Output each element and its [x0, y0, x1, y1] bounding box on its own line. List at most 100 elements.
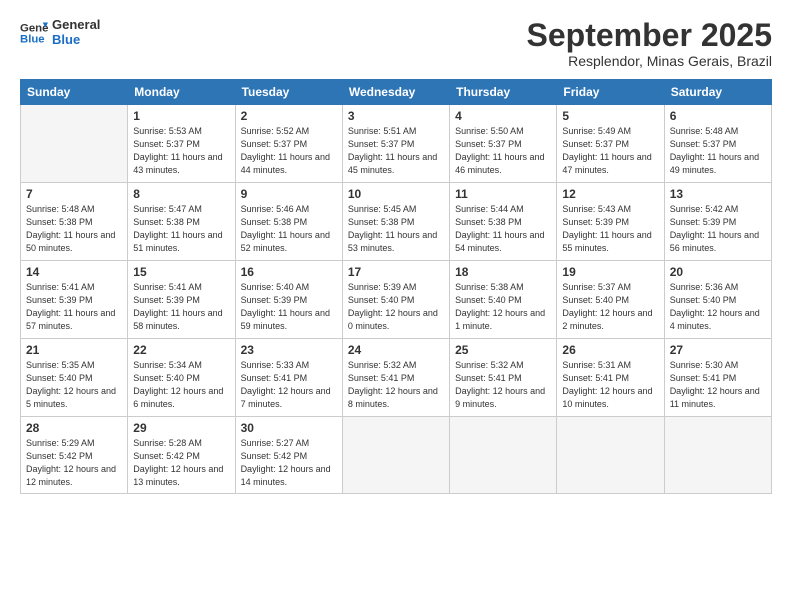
calendar-cell: 11 Sunrise: 5:44 AMSunset: 5:38 PMDayligh… — [450, 183, 557, 261]
day-info: Sunrise: 5:41 AMSunset: 5:39 PMDaylight:… — [26, 281, 122, 333]
day-number: 18 — [455, 265, 551, 279]
month-title: September 2025 — [527, 18, 772, 53]
calendar-cell: 5 Sunrise: 5:49 AMSunset: 5:37 PMDaylight… — [557, 105, 664, 183]
day-info: Sunrise: 5:35 AMSunset: 5:40 PMDaylight:… — [26, 359, 122, 411]
calendar-cell: 26Sunrise: 5:31 AMSunset: 5:41 PMDayligh… — [557, 339, 664, 417]
day-info: Sunrise: 5:48 AMSunset: 5:37 PMDaylight:… — [670, 125, 766, 177]
day-info: Sunrise: 5:50 AMSunset: 5:37 PMDaylight:… — [455, 125, 551, 177]
day-number: 10 — [348, 187, 444, 201]
day-number: 23 — [241, 343, 337, 357]
day-number: 13 — [670, 187, 766, 201]
day-info: Sunrise: 5:43 AMSunset: 5:39 PMDaylight:… — [562, 203, 658, 255]
day-info: Sunrise: 5:48 AMSunset: 5:38 PMDaylight:… — [26, 203, 122, 255]
day-number: 12 — [562, 187, 658, 201]
week-row-3: 14 Sunrise: 5:41 AMSunset: 5:39 PMDayligh… — [21, 261, 772, 339]
calendar-cell — [557, 417, 664, 494]
week-row-5: 28Sunrise: 5:29 AMSunset: 5:42 PMDayligh… — [21, 417, 772, 494]
calendar: SundayMondayTuesdayWednesdayThursdayFrid… — [20, 79, 772, 494]
day-info: Sunrise: 5:34 AMSunset: 5:40 PMDaylight:… — [133, 359, 229, 411]
day-number: 1 — [133, 109, 229, 123]
day-info: Sunrise: 5:30 AMSunset: 5:41 PMDaylight:… — [670, 359, 766, 411]
day-info: Sunrise: 5:42 AMSunset: 5:39 PMDaylight:… — [670, 203, 766, 255]
day-info: Sunrise: 5:49 AMSunset: 5:37 PMDaylight:… — [562, 125, 658, 177]
day-number: 20 — [670, 265, 766, 279]
logo-blue: Blue — [52, 33, 100, 48]
calendar-cell: 22Sunrise: 5:34 AMSunset: 5:40 PMDayligh… — [128, 339, 235, 417]
page: General Blue General Blue September 2025… — [0, 0, 792, 612]
week-row-4: 21 Sunrise: 5:35 AMSunset: 5:40 PMDayligh… — [21, 339, 772, 417]
calendar-cell: 30 Sunrise: 5:27 AMSunset: 5:42 PMDayligh… — [235, 417, 342, 494]
day-info: Sunrise: 5:32 AMSunset: 5:41 PMDaylight:… — [455, 359, 551, 411]
calendar-cell: 15 Sunrise: 5:41 AMSunset: 5:39 PMDayligh… — [128, 261, 235, 339]
day-number: 5 — [562, 109, 658, 123]
day-info: Sunrise: 5:53 AMSunset: 5:37 PMDaylight:… — [133, 125, 229, 177]
calendar-cell: 28Sunrise: 5:29 AMSunset: 5:42 PMDayligh… — [21, 417, 128, 494]
calendar-cell: 3Sunrise: 5:51 AMSunset: 5:37 PMDaylight… — [342, 105, 449, 183]
day-info: Sunrise: 5:33 AMSunset: 5:41 PMDaylight:… — [241, 359, 337, 411]
logo-general: General — [52, 18, 100, 33]
calendar-cell: 7 Sunrise: 5:48 AMSunset: 5:38 PMDaylight… — [21, 183, 128, 261]
day-info: Sunrise: 5:27 AMSunset: 5:42 PMDaylight:… — [241, 437, 337, 489]
calendar-cell: 4Sunrise: 5:50 AMSunset: 5:37 PMDaylight… — [450, 105, 557, 183]
day-number: 9 — [241, 187, 337, 201]
day-info: Sunrise: 5:45 AMSunset: 5:38 PMDaylight:… — [348, 203, 444, 255]
day-number: 2 — [241, 109, 337, 123]
day-info: Sunrise: 5:40 AMSunset: 5:39 PMDaylight:… — [241, 281, 337, 333]
calendar-cell — [450, 417, 557, 494]
header: General Blue General Blue September 2025… — [20, 18, 772, 69]
day-number: 27 — [670, 343, 766, 357]
calendar-cell: 16 Sunrise: 5:40 AMSunset: 5:39 PMDayligh… — [235, 261, 342, 339]
logo: General Blue General Blue — [20, 18, 100, 48]
calendar-cell: 21 Sunrise: 5:35 AMSunset: 5:40 PMDayligh… — [21, 339, 128, 417]
calendar-cell — [664, 417, 771, 494]
day-info: Sunrise: 5:41 AMSunset: 5:39 PMDaylight:… — [133, 281, 229, 333]
day-info: Sunrise: 5:46 AMSunset: 5:38 PMDaylight:… — [241, 203, 337, 255]
day-info: Sunrise: 5:31 AMSunset: 5:41 PMDaylight:… — [562, 359, 658, 411]
day-number: 19 — [562, 265, 658, 279]
location: Resplendor, Minas Gerais, Brazil — [527, 53, 772, 69]
calendar-cell: 14 Sunrise: 5:41 AMSunset: 5:39 PMDayligh… — [21, 261, 128, 339]
title-block: September 2025 Resplendor, Minas Gerais,… — [527, 18, 772, 69]
calendar-cell — [342, 417, 449, 494]
calendar-cell: 8 Sunrise: 5:47 AMSunset: 5:38 PMDaylight… — [128, 183, 235, 261]
weekday-thursday: Thursday — [450, 80, 557, 105]
day-number: 28 — [26, 421, 122, 435]
calendar-cell — [21, 105, 128, 183]
calendar-cell: 27 Sunrise: 5:30 AMSunset: 5:41 PMDayligh… — [664, 339, 771, 417]
day-number: 6 — [670, 109, 766, 123]
weekday-wednesday: Wednesday — [342, 80, 449, 105]
calendar-cell: 29 Sunrise: 5:28 AMSunset: 5:42 PMDayligh… — [128, 417, 235, 494]
calendar-cell: 20 Sunrise: 5:36 AMSunset: 5:40 PMDayligh… — [664, 261, 771, 339]
day-info: Sunrise: 5:28 AMSunset: 5:42 PMDaylight:… — [133, 437, 229, 489]
day-number: 16 — [241, 265, 337, 279]
day-number: 7 — [26, 187, 122, 201]
day-number: 14 — [26, 265, 122, 279]
weekday-header-row: SundayMondayTuesdayWednesdayThursdayFrid… — [21, 80, 772, 105]
calendar-cell: 25Sunrise: 5:32 AMSunset: 5:41 PMDayligh… — [450, 339, 557, 417]
day-info: Sunrise: 5:44 AMSunset: 5:38 PMDaylight:… — [455, 203, 551, 255]
calendar-cell: 23 Sunrise: 5:33 AMSunset: 5:41 PMDayligh… — [235, 339, 342, 417]
day-number: 21 — [26, 343, 122, 357]
calendar-cell: 24 Sunrise: 5:32 AMSunset: 5:41 PMDayligh… — [342, 339, 449, 417]
day-number: 29 — [133, 421, 229, 435]
calendar-cell: 6 Sunrise: 5:48 AMSunset: 5:37 PMDaylight… — [664, 105, 771, 183]
day-number: 30 — [241, 421, 337, 435]
week-row-2: 7 Sunrise: 5:48 AMSunset: 5:38 PMDaylight… — [21, 183, 772, 261]
day-info: Sunrise: 5:32 AMSunset: 5:41 PMDaylight:… — [348, 359, 444, 411]
day-number: 15 — [133, 265, 229, 279]
weekday-tuesday: Tuesday — [235, 80, 342, 105]
day-number: 8 — [133, 187, 229, 201]
day-info: Sunrise: 5:47 AMSunset: 5:38 PMDaylight:… — [133, 203, 229, 255]
calendar-cell: 19 Sunrise: 5:37 AMSunset: 5:40 PMDayligh… — [557, 261, 664, 339]
day-number: 17 — [348, 265, 444, 279]
day-info: Sunrise: 5:38 AMSunset: 5:40 PMDaylight:… — [455, 281, 551, 333]
day-number: 11 — [455, 187, 551, 201]
day-info: Sunrise: 5:37 AMSunset: 5:40 PMDaylight:… — [562, 281, 658, 333]
day-number: 24 — [348, 343, 444, 357]
weekday-saturday: Saturday — [664, 80, 771, 105]
calendar-cell: 9 Sunrise: 5:46 AMSunset: 5:38 PMDaylight… — [235, 183, 342, 261]
calendar-cell: 2Sunrise: 5:52 AMSunset: 5:37 PMDaylight… — [235, 105, 342, 183]
day-info: Sunrise: 5:36 AMSunset: 5:40 PMDaylight:… — [670, 281, 766, 333]
calendar-cell: 13 Sunrise: 5:42 AMSunset: 5:39 PMDayligh… — [664, 183, 771, 261]
weekday-monday: Monday — [128, 80, 235, 105]
